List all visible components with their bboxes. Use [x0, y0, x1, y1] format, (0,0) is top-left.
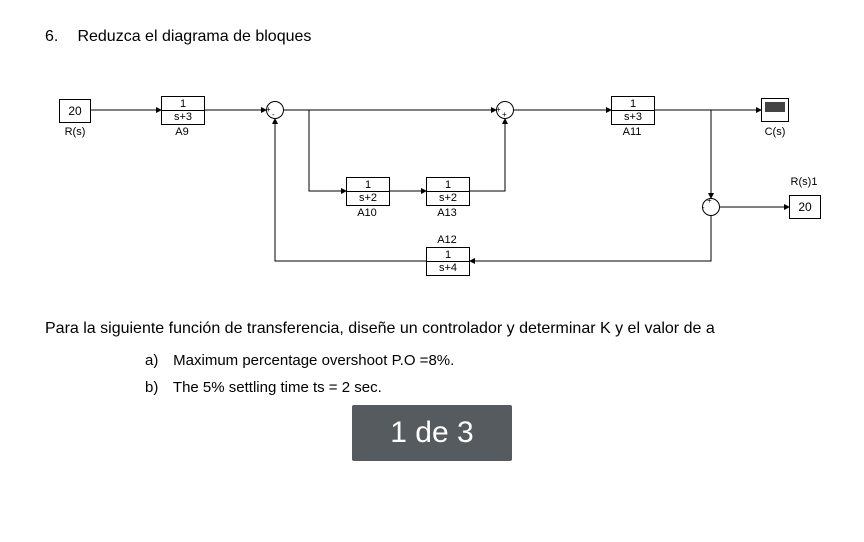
input-label: R(s)	[55, 126, 95, 138]
a10-label: A10	[346, 207, 388, 219]
a12-num: 1	[427, 248, 469, 262]
page-indicator-overlay: 1 de 3	[352, 405, 512, 461]
output2-block: 20	[789, 195, 821, 219]
block-a12: 1 s+4	[426, 247, 470, 276]
question-number: 6.	[45, 28, 73, 46]
a13-num: 1	[427, 178, 469, 192]
a12-label: A12	[426, 234, 468, 246]
block-a11: 1 s+3	[611, 96, 655, 125]
subquestion-a: a) Maximum percentage overshoot P.O =8%.	[145, 352, 819, 369]
sub-a-letter: a)	[145, 352, 169, 369]
a12-den: s+4	[427, 262, 469, 275]
scope-block	[761, 98, 789, 122]
a11-den: s+3	[612, 111, 654, 124]
sum-junction-1	[266, 101, 284, 119]
a13-label: A13	[426, 207, 468, 219]
block-a10: 1 s+2	[346, 177, 390, 206]
a13-den: s+2	[427, 192, 469, 205]
block-a9: 1 s+3	[161, 96, 205, 125]
scope-label: C(s)	[757, 126, 793, 138]
a9-num: 1	[162, 97, 204, 111]
a11-label: A11	[611, 126, 653, 138]
paragraph: Para la siguiente función de transferenc…	[45, 320, 819, 338]
sub-b-letter: b)	[145, 379, 169, 396]
sub-a-text: Maximum percentage overshoot P.O =8%.	[173, 352, 454, 369]
output2-label: R(s)1	[781, 176, 827, 188]
input-block: 20	[59, 99, 91, 123]
question-heading: 6. Reduzca el diagrama de bloques	[45, 28, 819, 46]
a9-den: s+3	[162, 111, 204, 124]
sum-junction-3	[702, 198, 720, 216]
subquestion-b: b) The 5% settling time ts = 2 sec.	[145, 379, 819, 396]
a10-den: s+2	[347, 192, 389, 205]
a10-num: 1	[347, 178, 389, 192]
input-value: 20	[68, 104, 81, 118]
question-text: Reduzca el diagrama de bloques	[77, 28, 311, 45]
block-a13: 1 s+2	[426, 177, 470, 206]
a11-num: 1	[612, 97, 654, 111]
sum-junction-2	[496, 101, 514, 119]
a9-label: A9	[161, 126, 203, 138]
sub-b-text: The 5% settling time ts = 2 sec.	[173, 379, 382, 396]
subquestion-list: a) Maximum percentage overshoot P.O =8%.…	[145, 352, 819, 396]
output2-value: 20	[798, 200, 811, 214]
block-diagram: 20 R(s) 1 s+3 A9 1 s+2 A10 1 s+2 A13 1 s…	[51, 76, 819, 316]
